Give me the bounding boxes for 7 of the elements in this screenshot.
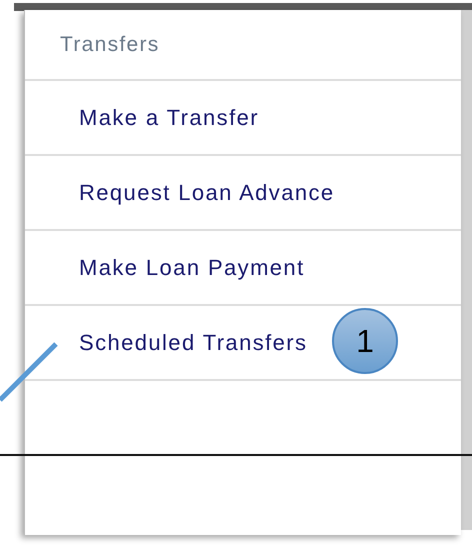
- menu-item[interactable]: Scheduled Transfers: [60, 330, 308, 356]
- menu-item[interactable]: Request Loan Advance: [60, 180, 335, 206]
- menu-item[interactable]: Make Loan Payment: [60, 254, 305, 280]
- menu-item[interactable]: Make a Transfer: [60, 104, 259, 130]
- leader-line: [0, 340, 60, 402]
- callout-number: 1: [332, 308, 398, 374]
- menu-header: Transfers: [60, 32, 160, 56]
